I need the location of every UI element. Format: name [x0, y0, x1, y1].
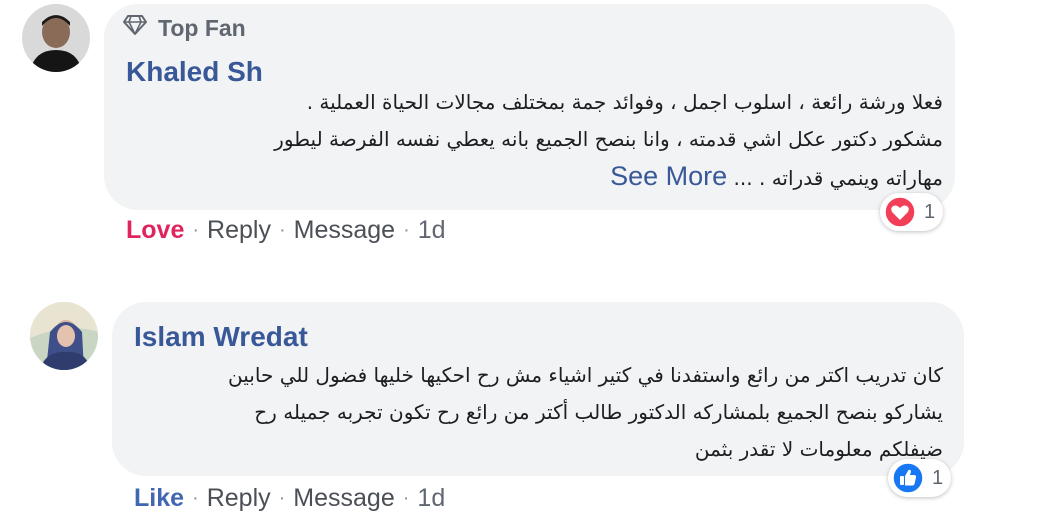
message-button[interactable]: Message [293, 484, 394, 513]
separator: · [278, 219, 286, 241]
comment-text: فعلا ورشة رائعة ، اسلوب اجمل ، وفوائد جم… [183, 84, 943, 197]
author-name[interactable]: Islam Wredat [134, 321, 308, 353]
love-button[interactable]: Love [126, 216, 184, 245]
like-button[interactable]: Like [134, 484, 184, 513]
message-button[interactable]: Message [294, 216, 395, 245]
separator: · [192, 487, 199, 509]
reaction-count[interactable]: 1 [880, 193, 944, 231]
comment-text: كان تدريب اكتر من رائع واستفدنا في كتير … [173, 357, 943, 468]
separator: · [278, 487, 286, 509]
separator: · [402, 487, 410, 509]
reply-button[interactable]: Reply [207, 216, 271, 245]
avatar-khaled[interactable] [22, 4, 90, 72]
comment-actions: Like · Reply · Message · 1d [134, 484, 445, 513]
separator: · [403, 219, 410, 241]
comment-line: مشكور دكتور عكل اشي قدمته ، وانا بنصح ال… [274, 127, 943, 151]
love-icon [884, 196, 916, 228]
timestamp[interactable]: 1d [417, 484, 445, 513]
top-fan-badge: Top Fan [122, 14, 246, 42]
comment-line: See More مهاراته وينمي قدراته . ... [183, 158, 943, 197]
comment-line: كان تدريب اكتر من رائع واستفدنا في كتير … [228, 363, 943, 387]
reply-button[interactable]: Reply [207, 484, 271, 513]
see-more-link[interactable]: See More [610, 161, 727, 191]
reaction-number: 1 [932, 466, 944, 489]
like-icon [892, 462, 924, 494]
reaction-number: 1 [924, 200, 936, 223]
comment-line: يشاركو بنصح الجميع بلمشاركه الدكتور طالب… [254, 400, 943, 424]
badge-label: Top Fan [158, 14, 246, 41]
comment-line: فعلا ورشة رائعة ، اسلوب اجمل ، وفوائد جم… [306, 90, 943, 114]
avatar-islam[interactable] [30, 302, 98, 370]
separator: · [192, 219, 200, 241]
timestamp[interactable]: 1d [418, 216, 446, 245]
diamond-icon [122, 14, 148, 42]
comment-line-text: مهاراته وينمي قدراته . ... [733, 166, 943, 190]
comment-line: ضيفلكم معلومات لا تقدر بثمن [694, 437, 943, 461]
reaction-count[interactable]: 1 [888, 459, 952, 497]
comment-actions: Love · Reply · Message · 1d [126, 216, 446, 245]
